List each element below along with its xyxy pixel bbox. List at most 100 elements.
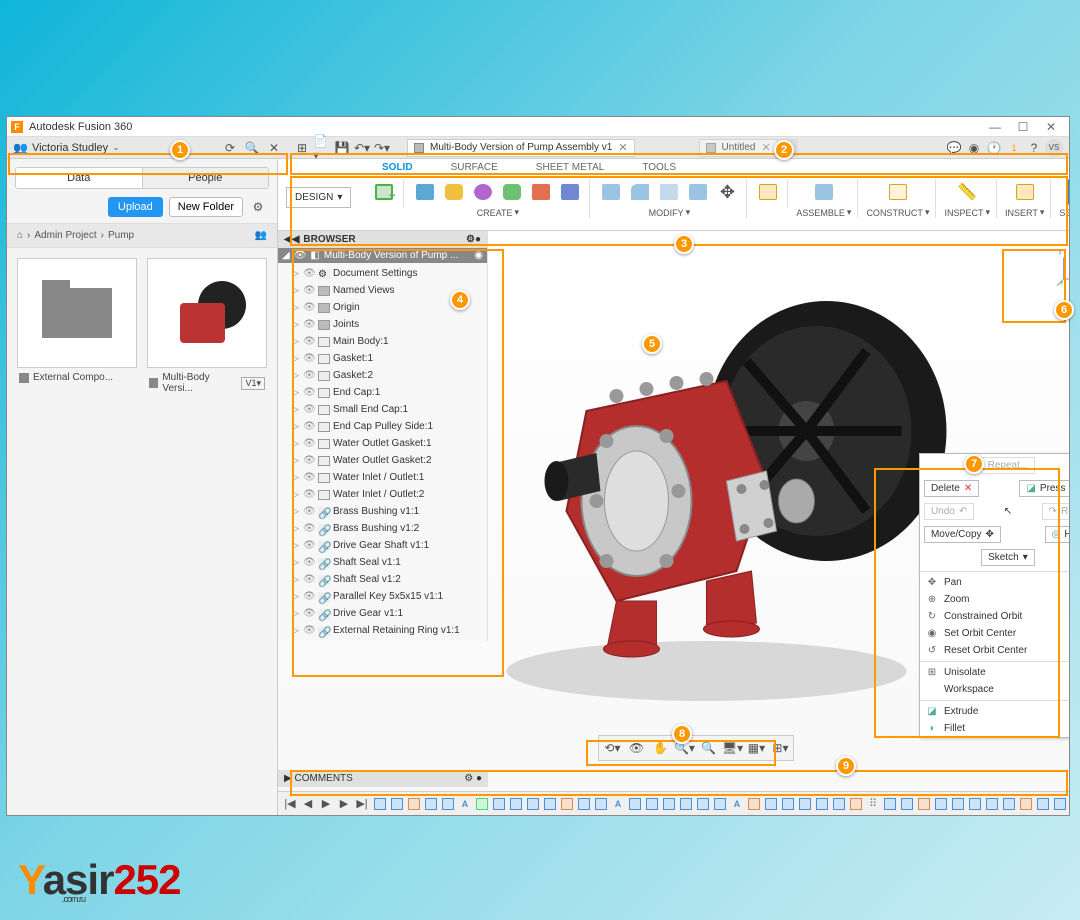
viewport-icon[interactable]: ⊞▾ <box>769 738 791 758</box>
tree-item[interactable]: ▷👁Main Body:1 <box>278 333 487 350</box>
torus-icon[interactable] <box>499 179 525 205</box>
notifications-icon[interactable]: 💬 <box>945 139 963 157</box>
ribbon-tab-sheetmetal[interactable]: SHEET METAL <box>532 162 609 175</box>
plane-icon[interactable] <box>885 179 911 205</box>
tree-item[interactable]: ▷👁🔗Shaft Seal v1:1 <box>278 554 487 571</box>
file-icon[interactable]: 📄▾ <box>313 139 331 157</box>
expand-icon[interactable]: ▷ <box>292 302 300 313</box>
tree-item[interactable]: ▷👁🔗Shaft Seal v1:2 <box>278 571 487 588</box>
tree-item[interactable]: ▷👁Water Inlet / Outlet:2 <box>278 486 487 503</box>
pin-icon[interactable]: ● <box>475 234 481 245</box>
ribbon-tab-surface[interactable]: SURFACE <box>447 162 502 175</box>
group-label[interactable]: INSPECT ▾ <box>944 207 990 218</box>
tree-item[interactable]: ▷👁Gasket:1 <box>278 350 487 367</box>
group-label[interactable]: CREATE ▾ <box>477 207 519 218</box>
browser-root[interactable]: ◢👁 ◧ Multi-Body Version of Pump ... ◉ <box>278 248 487 263</box>
undo-icon[interactable]: ↶▾ <box>353 139 371 157</box>
search-icon[interactable]: 🔍 <box>243 139 261 157</box>
gear-icon[interactable]: ⚙ <box>466 234 475 245</box>
expand-icon[interactable]: ▷ <box>292 608 300 619</box>
menu-item[interactable]: ↻Constrained Orbit <box>920 608 1069 625</box>
shell-icon[interactable] <box>656 179 682 205</box>
hole-button[interactable]: ◎ Hole <box>1045 526 1069 543</box>
timeline-feature[interactable] <box>627 796 643 812</box>
eye-icon[interactable]: 👁 <box>303 625 315 636</box>
timeline-prev-button[interactable]: ◀ <box>300 796 316 812</box>
tree-item[interactable]: ▷👁⚙Document Settings <box>278 265 487 282</box>
timeline-feature[interactable] <box>1035 796 1051 812</box>
help-icon[interactable]: ? <box>1025 139 1043 157</box>
expand-icon[interactable]: ▷ <box>292 353 300 364</box>
timeline-feature[interactable] <box>1001 796 1017 812</box>
expand-icon[interactable]: ▷ <box>292 591 300 602</box>
group-label[interactable]: SELECT ▾ <box>1059 207 1069 218</box>
minimize-button[interactable]: — <box>981 120 1009 134</box>
expand-icon[interactable]: ▷ <box>292 489 300 500</box>
eye-icon[interactable]: 👁 <box>303 370 315 381</box>
box-icon[interactable] <box>412 179 438 205</box>
delete-button[interactable]: Delete ✕ <box>924 480 979 497</box>
timeline-feature[interactable] <box>678 796 694 812</box>
timeline-feature[interactable] <box>525 796 541 812</box>
component-icon[interactable] <box>755 179 781 205</box>
grid-icon[interactable]: ⊞ <box>293 139 311 157</box>
extensions-icon[interactable]: ◉ <box>965 139 983 157</box>
redo-icon[interactable]: ↷▾ <box>373 139 391 157</box>
timeline-feature[interactable] <box>933 796 949 812</box>
timeline-feature[interactable] <box>831 796 847 812</box>
eye-icon[interactable]: 👁 <box>303 353 315 364</box>
timeline-play-button[interactable]: ▶ <box>318 796 334 812</box>
gear-icon[interactable]: ⚙ <box>249 198 267 216</box>
timeline-feature[interactable] <box>593 796 609 812</box>
timeline-feature[interactable]: ⠿ <box>865 796 881 812</box>
expand-icon[interactable]: ▷ <box>292 387 300 398</box>
grid-display-icon[interactable]: ▦▾ <box>745 738 767 758</box>
press-pull-button[interactable]: ◪ Press Pull <box>1019 480 1069 497</box>
fillet-icon[interactable] <box>627 179 653 205</box>
tree-item[interactable]: ▷👁Small End Cap:1 <box>278 401 487 418</box>
home-icon[interactable]: ⌂ <box>17 230 23 241</box>
group-label[interactable]: CONSTRUCT ▾ <box>866 207 929 218</box>
tree-item[interactable]: ▷👁🔗Drive Gear v1:1 <box>278 605 487 622</box>
timeline-feature[interactable] <box>491 796 507 812</box>
ribbon-tab-solid[interactable]: SOLID <box>378 162 417 175</box>
expand-icon[interactable]: ▷ <box>292 472 300 483</box>
close-button[interactable]: ✕ <box>1037 120 1065 134</box>
expand-icon[interactable]: ▷ <box>292 421 300 432</box>
eye-icon[interactable]: 👁 <box>303 608 315 619</box>
timeline-feature[interactable] <box>746 796 762 812</box>
group-label[interactable]: ASSEMBLE ▾ <box>796 207 851 218</box>
expand-icon[interactable]: ▷ <box>292 370 300 381</box>
tree-item[interactable]: ▷👁🔗Brass Bushing v1:1 <box>278 503 487 520</box>
sketch-button[interactable]: Sketch ▾ <box>981 549 1035 566</box>
breadcrumb-folder[interactable]: Pump <box>108 230 134 241</box>
timeline-feature[interactable] <box>423 796 439 812</box>
pipe-icon[interactable] <box>557 179 583 205</box>
timeline-feature[interactable] <box>848 796 864 812</box>
version-badge[interactable]: V1▾ <box>241 377 265 390</box>
timeline-feature[interactable] <box>984 796 1000 812</box>
press-pull-icon[interactable] <box>598 179 624 205</box>
combine-icon[interactable] <box>685 179 711 205</box>
expand-icon[interactable]: ▷ <box>292 557 300 568</box>
asset-design[interactable]: Multi-Body Versi... V1▾ <box>147 258 267 398</box>
eye-icon[interactable]: 👁 <box>303 455 315 466</box>
group-label[interactable]: MODIFY ▾ <box>649 207 691 218</box>
team-dropdown-icon[interactable]: ⌄ <box>112 142 120 153</box>
tab-close-icon[interactable]: ✕ <box>761 141 770 154</box>
tree-item[interactable]: ▷👁Water Outlet Gasket:2 <box>278 452 487 469</box>
expand-icon[interactable]: ▷ <box>292 574 300 585</box>
document-tab[interactable]: Untitled ✕ <box>699 139 778 157</box>
orbit-icon[interactable]: ⟲▾ <box>601 738 623 758</box>
menu-unisolate[interactable]: ⊞Unisolate <box>920 664 1069 681</box>
timeline-end-button[interactable]: ▶| <box>354 796 370 812</box>
expand-icon[interactable]: ▷ <box>292 625 300 636</box>
expand-icon[interactable]: ▷ <box>292 285 300 296</box>
tree-item[interactable]: ▷👁End Cap:1 <box>278 384 487 401</box>
menu-workspace[interactable]: Workspace▸ <box>920 681 1069 698</box>
tab-data[interactable]: Data <box>16 168 142 188</box>
timeline-feature[interactable]: A <box>729 796 745 812</box>
upload-button[interactable]: Upload <box>108 197 163 217</box>
eye-icon[interactable]: 👁 <box>303 438 315 449</box>
timeline-feature[interactable] <box>695 796 711 812</box>
